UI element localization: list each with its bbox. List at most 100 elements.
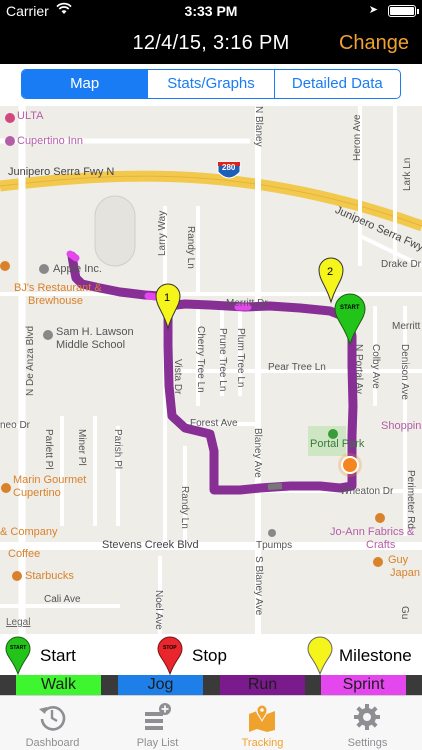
- view-switcher-container: Map Stats/Graphs Detailed Data: [0, 64, 422, 106]
- map-label-cali-ave: Cali Ave: [44, 594, 81, 605]
- legend-stop-pin-text: STOP: [163, 645, 177, 651]
- map-label-s-blaney: S Blaney Ave: [253, 556, 264, 616]
- apple-poi-icon: [39, 264, 49, 274]
- map-legal-link[interactable]: Legal: [6, 617, 30, 628]
- map-label-junipero-w: Junipero Serra Fwy N: [8, 166, 115, 178]
- pace-legend: Walk Jog Run Sprint: [0, 675, 422, 695]
- map-label-vista-dr: Vista Dr: [172, 359, 183, 395]
- map-label-heron-ave: Heron Ave: [352, 114, 363, 161]
- joann-poi-icon: [375, 513, 385, 523]
- pace-sprint: Sprint: [321, 675, 406, 695]
- map-label-n-de-anza: N De Anza Blvd: [25, 325, 36, 396]
- playlist-add-icon: [145, 703, 171, 730]
- map-label-forest-ave: Forest Ave: [190, 418, 238, 429]
- legend-start-label: Start: [40, 646, 76, 665]
- tab-settings[interactable]: Settings: [315, 696, 420, 750]
- bjs-poi-icon: [0, 261, 10, 271]
- map-label-joann-1: Jo-Ann Fabrics &: [330, 526, 415, 538]
- map-label-bjs-2: Brewhouse: [28, 295, 84, 307]
- school-poi-icon: [43, 330, 53, 340]
- map-label-blaney-ave: Blaney Ave: [252, 428, 263, 478]
- map-label-cherry-tree: Cherry Tree Ln: [195, 326, 206, 393]
- start-pin-label: START: [340, 305, 360, 311]
- status-time: 3:33 PM: [184, 3, 238, 19]
- map-label-wheaton-dr: Wheaton Dr: [340, 486, 394, 497]
- map-label-pear-tree: Pear Tree Ln: [268, 362, 326, 373]
- map-label-portal-park: Portal Park: [310, 438, 365, 450]
- gear-icon: [354, 704, 380, 730]
- milestone-1-label: 1: [164, 292, 171, 304]
- map-label-perimeter-rd: Perimeter Rd: [405, 470, 416, 529]
- map-label-marin-2: Cupertino: [13, 487, 61, 499]
- tab-dashboard-label: Dashboard: [25, 737, 80, 749]
- pace-jog: Jog: [118, 675, 203, 695]
- stop-pin-icon: [157, 636, 183, 676]
- map-label-larry-way: Larry Way: [157, 210, 168, 256]
- map-label-bjs-1: BJ's Restaurant &: [14, 282, 102, 294]
- map-label-neo-dr: neo Dr: [0, 420, 31, 431]
- legend-stop: STOP Stop: [156, 634, 276, 676]
- map-label-prune-tree: Prune Tree Ln: [217, 328, 228, 392]
- map-label-parish-pl: Parish Pl: [112, 429, 123, 470]
- map-label-randy-ln-s: Randy Ln: [179, 486, 190, 529]
- current-location-dot: [338, 453, 362, 477]
- map-label-parlett-pl: Parlett Pl: [43, 429, 54, 470]
- segment-stats-graphs[interactable]: Stats/Graphs: [147, 70, 273, 98]
- map-label-starbucks: Starbucks: [25, 570, 74, 582]
- map-label-ulta: ULTA: [17, 110, 44, 122]
- map-label-miner-pl: Miner Pl: [76, 429, 87, 466]
- tab-bar: Dashboard Play List Tracking Settings: [0, 695, 422, 750]
- map-pin-icon: [249, 704, 275, 732]
- map-label-japan: Japan: [390, 567, 420, 579]
- change-button[interactable]: Change: [339, 32, 409, 55]
- milestone-2-label: 2: [327, 266, 334, 278]
- route-map[interactable]: ULTA Cupertino Inn Junipero Serra Fwy N …: [0, 106, 422, 634]
- starbucks-poi-icon: [12, 571, 22, 581]
- start-pin-icon: [5, 636, 31, 676]
- tab-dashboard[interactable]: Dashboard: [0, 696, 105, 750]
- map-label-denison-ave: Denison Ave: [399, 344, 410, 400]
- map-label-merritt-w: Merritt Dr: [226, 298, 268, 309]
- legend-start: START Start: [4, 634, 124, 676]
- map-label-lark-ln: Lark Ln: [402, 157, 413, 191]
- tab-tracking[interactable]: Tracking: [210, 696, 315, 750]
- map-label-n-portal: N Portal Av: [353, 344, 364, 394]
- status-bar: Carrier 3:33 PM ➤: [0, 0, 422, 22]
- map-label-randy-ln-n: Randy Ln: [185, 226, 196, 269]
- segment-detailed-data[interactable]: Detailed Data: [273, 70, 400, 98]
- apple-campus-outline: [94, 195, 136, 267]
- map-label-colby-ave: Colby Ave: [370, 344, 381, 389]
- map-label-cupertino-inn: Cupertino Inn: [17, 135, 84, 147]
- route-pause-segment: [267, 483, 283, 490]
- legend-milestone-label: Milestone: [339, 646, 412, 665]
- tab-play-list[interactable]: Play List: [105, 696, 210, 750]
- map-label-n-blaney: N Blaney: [253, 106, 264, 147]
- map-label-marin-1: Marin Gourmet: [13, 474, 87, 486]
- legend-stop-label: Stop: [192, 646, 227, 665]
- map-label-merritt-e: Merritt: [392, 321, 421, 332]
- guy-poi-icon: [373, 557, 383, 567]
- map-label-shopping: Shoppin: [381, 420, 422, 432]
- map-label-lawson-2: Middle School: [56, 339, 126, 351]
- legend-milestone: Milestone: [306, 634, 422, 676]
- tab-settings-label: Settings: [347, 737, 388, 749]
- map-label-coffee: Coffee: [8, 548, 41, 560]
- milestone-pin-icon: [307, 636, 333, 676]
- map-label-plum-tree: Plum Tree Ln: [235, 328, 246, 388]
- tab-tracking-label: Tracking: [241, 737, 284, 749]
- route-sprint-segment: [66, 250, 80, 262]
- history-clock-icon: [39, 706, 66, 731]
- map-label-lawson-1: Sam H. Lawson: [56, 326, 134, 338]
- pin-legend: START Start STOP Stop Milestone: [0, 634, 422, 676]
- legend-start-pin-text: START: [10, 645, 27, 651]
- battery-icon: [388, 5, 419, 17]
- view-segmented-control: Map Stats/Graphs Detailed Data: [21, 69, 401, 99]
- map-label-stevens-creek: Stevens Creek Blvd: [102, 539, 199, 551]
- map-label-gu: Gu: [399, 606, 410, 620]
- pace-walk: Walk: [16, 675, 101, 695]
- route-sprint-segment: [144, 292, 160, 301]
- segment-map[interactable]: Map: [22, 70, 148, 98]
- map-label-apple-inc: Apple Inc.: [53, 263, 102, 275]
- location-arrow-icon: ➤: [368, 4, 378, 16]
- ulta-poi-icon: [5, 113, 15, 123]
